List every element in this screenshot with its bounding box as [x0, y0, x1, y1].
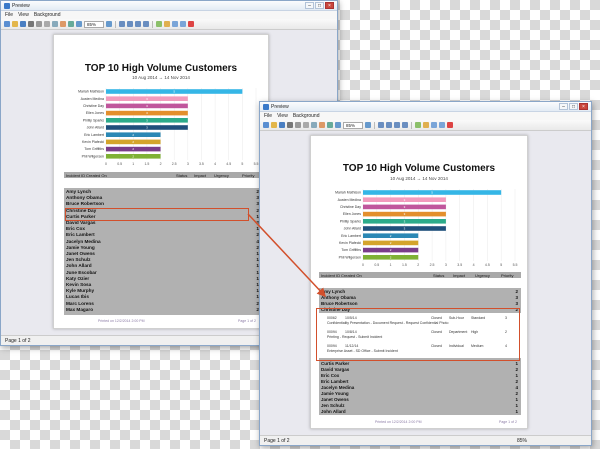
- callout-arrow: [247, 213, 327, 298]
